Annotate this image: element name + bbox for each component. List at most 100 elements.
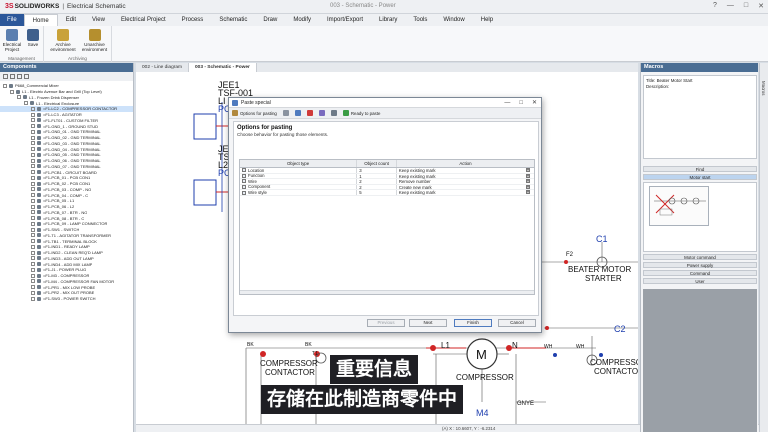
side-tab-macros[interactable]: Macros (761, 81, 766, 95)
menu-edit[interactable]: Edit (58, 14, 84, 26)
menu-home[interactable]: Home (23, 14, 58, 26)
filter-icon[interactable] (17, 74, 22, 79)
menu-draw[interactable]: Draw (255, 14, 285, 26)
expand-toggle-icon[interactable] (31, 221, 35, 226)
archive-environment-button[interactable]: Archive environment (48, 29, 78, 52)
expand-toggle-icon[interactable] (31, 129, 35, 134)
chevron-down-icon[interactable]: ▾ (526, 168, 530, 172)
close-icon[interactable]: ✕ (532, 98, 537, 108)
expand-toggle-icon[interactable] (31, 279, 35, 284)
action-select[interactable]: Keep existing mark ▾ (397, 190, 534, 195)
expand-toggle-icon[interactable] (31, 239, 35, 244)
expand-toggle-icon[interactable] (31, 170, 35, 175)
electrical-project-button[interactable]: Electrical Project (2, 29, 22, 52)
menu-view[interactable]: View (84, 14, 113, 26)
expand-toggle-icon[interactable] (31, 256, 35, 261)
tag-icon[interactable] (294, 110, 301, 116)
expand-toggle-icon[interactable] (31, 135, 35, 140)
minimize-icon[interactable]: — (727, 2, 734, 10)
table-row[interactable]: Wire style 5 Keep existing mark ▾ (240, 190, 534, 196)
menu-library[interactable]: Library (371, 14, 405, 26)
action-select[interactable]: Keep existing mark ▾ (397, 173, 534, 179)
options-for-pasting-button[interactable]: Options for pasting (232, 110, 277, 116)
expand-toggle-icon[interactable] (31, 106, 35, 111)
expand-toggle-icon[interactable] (31, 267, 35, 272)
expand-toggle-icon[interactable] (31, 285, 35, 290)
grid-icon[interactable] (282, 110, 289, 116)
previous-button[interactable]: Previous (367, 319, 405, 327)
menu-tools[interactable]: Tools (405, 14, 435, 26)
close-icon[interactable]: ✕ (758, 2, 764, 10)
expand-toggle-icon[interactable] (31, 210, 35, 215)
expand-toggle-icon[interactable] (31, 233, 35, 238)
expand-toggle-icon[interactable] (31, 198, 35, 203)
expand-toggle-icon[interactable] (31, 147, 35, 152)
menu-process[interactable]: Process (174, 14, 212, 26)
menu-electrical-project[interactable]: Electrical Project (113, 14, 174, 26)
expand-toggle-icon[interactable] (31, 244, 35, 249)
component-icon[interactable] (330, 110, 337, 116)
expand-toggle-icon[interactable] (31, 175, 35, 180)
finish-button[interactable]: Finish (454, 319, 492, 327)
tab-line-diagram[interactable]: 002 - Line diagram (136, 63, 189, 72)
action-select[interactable]: Keep existing mark ▾ (397, 168, 534, 173)
action-select[interactable]: Remove number ▾ (397, 179, 534, 184)
expand-icon[interactable] (3, 74, 8, 79)
macro-category-power-supply[interactable]: Power supply (643, 262, 757, 268)
menu-schematic[interactable]: Schematic (211, 14, 255, 26)
menu-import-export[interactable]: Import/Export (319, 14, 371, 26)
expand-toggle-icon[interactable] (31, 152, 35, 157)
expand-toggle-icon[interactable] (31, 296, 35, 301)
expand-toggle-icon[interactable] (31, 273, 35, 278)
pencil-icon[interactable] (306, 110, 313, 116)
expand-toggle-icon[interactable] (31, 204, 35, 209)
maximize-icon[interactable]: □ (519, 98, 523, 108)
expand-toggle-icon[interactable] (17, 95, 21, 100)
macro-category-find[interactable]: Find (643, 166, 757, 172)
expand-toggle-icon[interactable] (31, 216, 35, 221)
expand-toggle-icon[interactable] (31, 250, 35, 255)
help-icon[interactable]: ? (713, 2, 717, 10)
tab-schematic-power[interactable]: 003 - Schematic - Power (189, 63, 257, 72)
action-select[interactable]: Create new mark ▾ (397, 184, 534, 190)
cancel-button[interactable]: Cancel (498, 319, 536, 327)
macro-category-motor-start[interactable]: Motor start (643, 174, 757, 180)
ready-to-paste-button[interactable]: Ready to paste (342, 110, 380, 116)
expand-toggle-icon[interactable] (31, 290, 35, 295)
tree-item[interactable]: =F1-SW3 - POWER SWITCH (0, 296, 133, 302)
expand-toggle-icon[interactable] (31, 187, 35, 192)
expand-toggle-icon[interactable] (31, 118, 35, 123)
next-button[interactable]: Next (409, 319, 447, 327)
expand-toggle-icon[interactable] (24, 101, 28, 106)
chevron-down-icon[interactable]: ▾ (526, 179, 530, 184)
expand-toggle-icon[interactable] (31, 158, 35, 163)
unarchive-environment-button[interactable]: Unarchive environment (79, 29, 110, 52)
expand-toggle-icon[interactable] (31, 124, 35, 129)
expand-toggle-icon[interactable] (31, 193, 35, 198)
menu-file[interactable]: File (0, 14, 24, 26)
chevron-down-icon[interactable]: ▾ (526, 173, 530, 178)
expand-toggle-icon[interactable] (31, 141, 35, 146)
expand-toggle-icon[interactable] (31, 164, 35, 169)
refresh-icon[interactable] (24, 74, 29, 79)
menu-modify[interactable]: Modify (285, 14, 319, 26)
expand-toggle-icon[interactable] (31, 181, 35, 186)
macro-preview-tile[interactable] (649, 186, 709, 226)
menu-help[interactable]: Help (473, 14, 501, 26)
collapse-icon[interactable] (10, 74, 15, 79)
wire-icon[interactable] (318, 110, 325, 116)
chevron-down-icon[interactable]: ▾ (526, 190, 530, 195)
expand-toggle-icon[interactable] (31, 227, 35, 232)
expand-toggle-icon[interactable] (31, 112, 35, 117)
minimize-icon[interactable]: — (504, 98, 510, 108)
macro-category-user[interactable]: User (643, 278, 757, 284)
expand-toggle-icon[interactable] (10, 89, 14, 94)
expand-toggle-icon[interactable] (3, 83, 7, 88)
maximize-icon[interactable]: □ (744, 2, 748, 10)
horizontal-scrollbar[interactable] (240, 290, 534, 294)
chevron-down-icon[interactable]: ▾ (526, 184, 530, 189)
macro-category-command[interactable]: Command (643, 270, 757, 276)
menu-window[interactable]: Window (435, 14, 472, 26)
save-button[interactable]: Save (24, 29, 42, 47)
macro-category-motor-command[interactable]: Motor command (643, 254, 757, 260)
